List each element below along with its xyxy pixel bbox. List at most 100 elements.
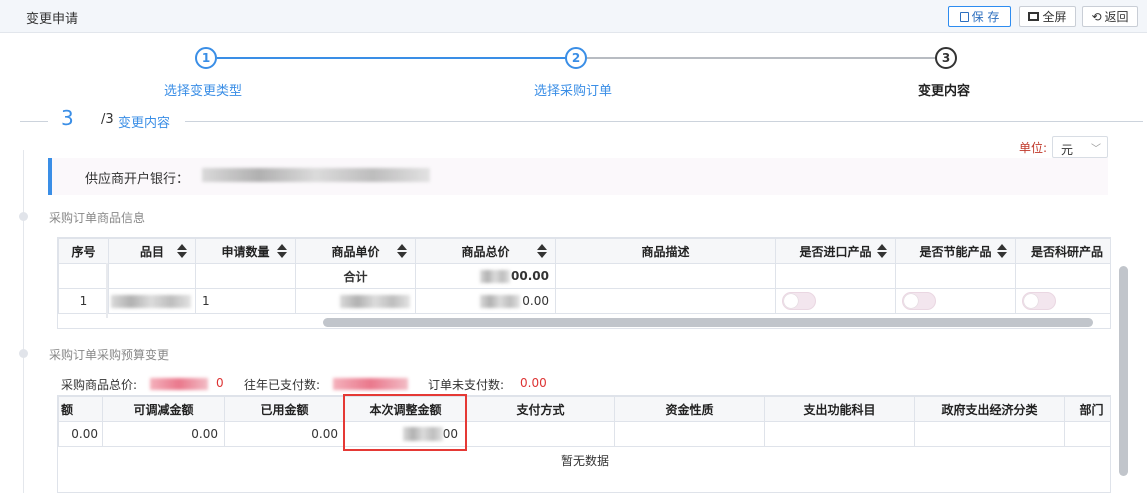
budget-header-row: 额 可调减金额 已用金额 本次调整金额 支付方式 资金性质 支出功能科目 政府支… xyxy=(58,396,1110,422)
step-line-1 xyxy=(217,57,567,59)
step-line-2 xyxy=(587,57,937,59)
step-2-circle[interactable]: 2 xyxy=(565,47,587,69)
section-step-total: /3 xyxy=(101,112,114,127)
frozen-column-shadow xyxy=(106,263,108,318)
table-row[interactable]: 0.00 0.00 0.00 00 xyxy=(58,421,1110,447)
col-amount: 额 xyxy=(58,396,103,422)
save-button[interactable]: 保 存 xyxy=(948,6,1011,27)
section-header: 3 /3 变更内容 xyxy=(20,104,1143,134)
budget-table: 额 可调减金额 已用金额 本次调整金额 支付方式 资金性质 支出功能科目 政府支… xyxy=(57,395,1111,493)
col-reducible: 可调减金额 xyxy=(102,396,225,422)
section-divider-left xyxy=(20,121,48,122)
row-index: 1 xyxy=(58,288,109,314)
total-value: 00.00 xyxy=(415,263,556,289)
step-2-label[interactable]: 选择采购订单 xyxy=(534,80,612,99)
total-label: 合计 xyxy=(295,263,416,289)
row-energy xyxy=(895,288,1016,314)
step-3-label: 变更内容 xyxy=(918,84,971,99)
redacted-row-total xyxy=(480,295,520,308)
back-label: 返回 xyxy=(1104,10,1129,24)
section-divider-right xyxy=(185,121,1143,122)
col-unit-price[interactable]: 商品单价 xyxy=(295,238,416,264)
fullscreen-button[interactable]: 全屏 xyxy=(1019,6,1076,27)
top-bar: 变更申请 保 存 全屏 ⟲ 返回 xyxy=(0,0,1147,33)
goods-total-label: 采购商品总价: xyxy=(61,378,138,392)
row-description xyxy=(555,288,776,314)
goods-header-row: 序号 品目 申请数量 商品单价 商品总价 商品描述 是否进口产品 是否节能产品 … xyxy=(58,238,1110,264)
row-research xyxy=(1015,288,1110,314)
sort-icon[interactable] xyxy=(537,243,547,259)
back-button[interactable]: ⟲ 返回 xyxy=(1082,6,1138,27)
col-payment-method: 支付方式 xyxy=(466,396,615,422)
section-step-number: 3 xyxy=(61,106,74,130)
section-name: 变更内容 xyxy=(118,116,171,131)
stepper: 1 2 3 选择变更类型 选择采购订单 变更内容 xyxy=(0,34,1147,104)
unit-label: 单位: xyxy=(1019,141,1048,155)
col-qty[interactable]: 申请数量 xyxy=(195,238,296,264)
row-reducible: 0.00 xyxy=(102,421,225,447)
save-label: 保 存 xyxy=(971,10,1000,24)
row-amount: 0.00 xyxy=(58,421,103,447)
col-fund-nature: 资金性质 xyxy=(614,396,765,422)
goods-total-tail: 0 xyxy=(216,376,224,390)
col-item[interactable]: 品目 xyxy=(108,238,196,264)
highlight-box xyxy=(343,394,467,451)
table-row[interactable]: 1 1 0.00 xyxy=(58,288,1110,314)
fullscreen-icon xyxy=(1028,12,1040,21)
page-title: 变更申请 xyxy=(26,12,79,27)
row-total: 0.00 xyxy=(415,288,556,314)
bank-label: 供应商开户银行： xyxy=(85,172,190,187)
goods-total-row: 合计 00.00 xyxy=(58,263,1110,289)
chevron-down-icon: ﹀ xyxy=(1091,144,1101,155)
paid-label: 往年已支付数: xyxy=(244,378,321,392)
step-3-circle[interactable]: 3 xyxy=(935,47,957,69)
redacted-item xyxy=(111,295,191,308)
col-function-subject: 支出功能科目 xyxy=(764,396,915,422)
redacted-total xyxy=(480,270,510,283)
goods-section-title: 采购订单商品信息 xyxy=(49,211,146,225)
unpaid-value: 0.00 xyxy=(520,376,547,390)
timeline-dot-budget xyxy=(19,349,28,358)
unit-value: 元 xyxy=(1061,143,1074,157)
row-qty[interactable]: 1 xyxy=(195,288,296,314)
save-icon xyxy=(959,11,969,22)
col-research: 是否科研产品 xyxy=(1015,238,1110,264)
page-vertical-scrollbar[interactable] xyxy=(1119,266,1128,476)
row-used: 0.00 xyxy=(224,421,345,447)
col-index[interactable]: 序号 xyxy=(58,238,109,264)
goods-table: 序号 品目 申请数量 商品单价 商品总价 商品描述 是否进口产品 是否节能产品 … xyxy=(57,237,1111,329)
fullscreen-label: 全屏 xyxy=(1042,10,1067,24)
sort-icon[interactable] xyxy=(277,243,287,259)
energy-saving-toggle[interactable] xyxy=(902,292,936,310)
row-item xyxy=(108,288,196,314)
step-1-label[interactable]: 选择变更类型 xyxy=(164,80,242,99)
redacted-paid xyxy=(333,378,408,390)
imported-toggle[interactable] xyxy=(782,292,816,310)
row-imported xyxy=(775,288,896,314)
redacted-bank-value xyxy=(202,168,430,182)
redacted-goods-total xyxy=(150,378,208,390)
sort-icon[interactable] xyxy=(397,243,407,259)
unpaid-label: 订单未支付数: xyxy=(428,378,505,392)
research-toggle[interactable] xyxy=(1022,292,1056,310)
col-used: 已用金额 xyxy=(224,396,345,422)
bank-info-box: 供应商开户银行： xyxy=(48,158,1108,195)
col-energy-saving[interactable]: 是否节能产品 xyxy=(895,238,1016,264)
sort-icon[interactable] xyxy=(177,243,187,259)
empty-state: 暂无数据 xyxy=(560,454,609,468)
timeline-line xyxy=(23,150,24,493)
redacted-unit-price xyxy=(340,295,410,308)
col-total-price[interactable]: 商品总价 xyxy=(415,238,556,264)
goods-horizontal-scrollbar[interactable] xyxy=(323,318,1093,327)
sort-icon[interactable] xyxy=(877,243,887,259)
step-1-circle[interactable]: 1 xyxy=(195,47,217,69)
row-unit-price xyxy=(295,288,416,314)
col-imported[interactable]: 是否进口产品 xyxy=(775,238,896,264)
col-economic-class: 政府支出经济分类 xyxy=(914,396,1065,422)
back-icon: ⟲ xyxy=(1091,9,1102,24)
sort-icon[interactable] xyxy=(997,243,1007,259)
timeline-dot-goods xyxy=(19,212,28,221)
budget-section-title: 采购订单采购预算变更 xyxy=(49,348,170,362)
col-description: 商品描述 xyxy=(555,238,776,264)
unit-select[interactable]: 元 ﹀ xyxy=(1052,136,1108,158)
